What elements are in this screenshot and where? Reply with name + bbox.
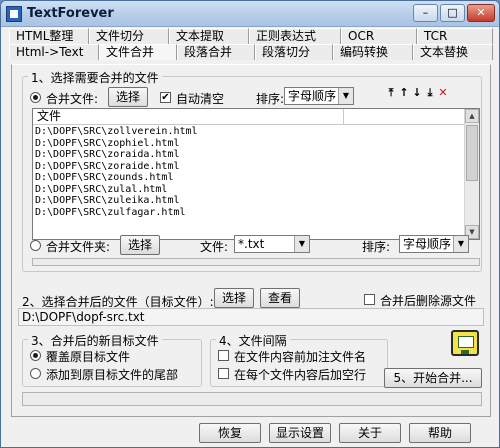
- overwrite-label: 覆盖原目标文件: [46, 350, 131, 364]
- sort-label: 排序:: [256, 92, 285, 106]
- list-item[interactable]: D:\DOPF\SRC\zophiel.html: [33, 138, 465, 150]
- delete-source-checkbox[interactable]: [364, 294, 375, 305]
- view-target-button[interactable]: 查看: [260, 288, 300, 308]
- tab-strip: HTML整理 文件切分 文本提取 正则表达式 OCR TCR Html->Tex…: [9, 28, 493, 64]
- app-window: TextForever – □ ✕ HTML整理 文件切分 文本提取 正则表达式…: [0, 0, 500, 448]
- tab-paragraph-split[interactable]: 段落切分: [255, 44, 333, 60]
- title-bar: TextForever – □ ✕: [1, 1, 499, 27]
- list-item[interactable]: D:\DOPF\SRC\zoraida.html: [33, 149, 465, 161]
- tab-paragraph-merge[interactable]: 段落合并: [177, 44, 255, 60]
- start-merge-button[interactable]: 5、开始合并...: [384, 368, 482, 388]
- file-list-header: 文件: [33, 109, 465, 125]
- delete-source-label: 合并后删除源文件: [380, 294, 477, 308]
- tab-file-split[interactable]: 文件切分: [89, 28, 169, 44]
- file-filter-select[interactable]: *.txt ▼: [234, 235, 310, 253]
- folder-progress-field: [32, 258, 480, 266]
- monitor-stand: [461, 350, 469, 354]
- app-logo-icon: [6, 6, 22, 22]
- minimize-button[interactable]: –: [413, 4, 438, 22]
- file-merge-panel: 1、选择需要合并的文件 合并文件: 选择 ✔ 自动清空 排序: 字母顺序 ▼ ⤒…: [11, 64, 491, 417]
- scroll-up-icon[interactable]: ▲: [465, 109, 479, 123]
- list-item[interactable]: D:\DOPF\SRC\zoraide.html: [33, 161, 465, 173]
- close-window-button[interactable]: ✕: [467, 4, 495, 22]
- sort-select-value: 字母顺序: [288, 89, 337, 103]
- select-files-button[interactable]: 选择: [108, 87, 148, 107]
- overwrite-radio[interactable]: [30, 350, 41, 361]
- list-item[interactable]: D:\DOPF\SRC\zulfagar.html: [33, 207, 465, 219]
- list-item[interactable]: D:\DOPF\SRC\zulal.html: [33, 184, 465, 196]
- append-label: 添加到原目标文件的尾部: [46, 368, 179, 382]
- file-list-scrollbar[interactable]: ▲ ▼: [464, 109, 479, 239]
- add-blank-line-label: 在每个文件内容后加空行: [234, 368, 367, 382]
- help-monitor-icon[interactable]: [451, 330, 479, 356]
- merge-files-label: 合并文件:: [46, 92, 99, 106]
- folder-sort-label: 排序:: [362, 240, 391, 254]
- move-bottom-icon[interactable]: ⤓: [424, 87, 436, 99]
- list-item[interactable]: D:\DOPF\SRC\zounds.html: [33, 172, 465, 184]
- move-down-icon[interactable]: ↓: [411, 87, 423, 99]
- show-settings-button[interactable]: 显示设置: [269, 423, 331, 443]
- move-top-icon[interactable]: ⤒: [385, 87, 397, 99]
- scroll-thumb[interactable]: [466, 125, 478, 181]
- folder-sort-value: 字母顺序: [403, 237, 452, 251]
- target-file-path[interactable]: D:\DOPF\dopf-src.txt: [18, 308, 484, 326]
- add-filename-label: 在文件内容前加注文件名: [234, 350, 367, 364]
- merge-folder-radio[interactable]: [30, 240, 41, 251]
- select-target-button[interactable]: 选择: [214, 288, 254, 308]
- tab-ocr[interactable]: OCR: [341, 28, 417, 44]
- add-blank-line-checkbox[interactable]: [218, 368, 229, 379]
- move-up-icon[interactable]: ↑: [398, 87, 410, 99]
- maximize-button[interactable]: □: [440, 4, 465, 22]
- select-folder-button[interactable]: 选择: [120, 235, 160, 255]
- section1-title: 1、选择需要合并的文件: [28, 69, 162, 86]
- file-list[interactable]: 文件 D:\DOPF\SRC\zollverein.html D:\DOPF\S…: [32, 108, 480, 240]
- auto-clear-label: 自动清空: [176, 92, 225, 106]
- add-filename-checkbox[interactable]: [218, 350, 229, 361]
- help-button[interactable]: 帮助: [409, 423, 471, 443]
- merge-progress-field: [22, 392, 482, 406]
- file-filter-label: 文件:: [200, 240, 229, 254]
- restore-button[interactable]: 恢复: [199, 423, 261, 443]
- auto-clear-checkbox[interactable]: ✔: [160, 92, 171, 103]
- chevron-down-icon: ▼: [338, 88, 353, 104]
- file-filter-value: *.txt: [238, 237, 265, 251]
- merge-files-radio[interactable]: [30, 92, 41, 103]
- chevron-down-icon: ▼: [294, 236, 309, 252]
- folder-sort-select[interactable]: 字母顺序 ▼: [399, 235, 469, 253]
- section3-title: 3、合并后的新目标文件: [28, 332, 162, 349]
- append-radio[interactable]: [30, 368, 41, 379]
- about-button[interactable]: 关于: [339, 423, 401, 443]
- chevron-down-icon: ▼: [453, 236, 468, 252]
- file-column-header[interactable]: 文件: [33, 109, 61, 125]
- tab-file-merge[interactable]: 文件合并: [99, 44, 177, 60]
- tab-text-replace[interactable]: 文本替换: [413, 44, 493, 60]
- section4-title: 4、文件间隔: [216, 332, 290, 349]
- file-list-rows: D:\DOPF\SRC\zollverein.html D:\DOPF\SRC\…: [33, 126, 465, 218]
- merge-folder-label: 合并文件夹:: [46, 240, 111, 254]
- tab-tcr[interactable]: TCR: [417, 28, 493, 44]
- column-divider: [343, 109, 344, 125]
- list-item[interactable]: D:\DOPF\SRC\zollverein.html: [33, 126, 465, 138]
- window-title: TextForever: [27, 6, 114, 21]
- delete-icon[interactable]: ✕: [437, 87, 449, 99]
- tab-html-to-text[interactable]: Html->Text: [9, 44, 99, 60]
- list-item[interactable]: D:\DOPF\SRC\zuleika.html: [33, 195, 465, 207]
- tab-regex[interactable]: 正则表达式: [249, 28, 341, 44]
- tab-text-extract[interactable]: 文本提取: [169, 28, 249, 44]
- sort-select[interactable]: 字母顺序 ▼: [284, 87, 354, 105]
- tab-html-tidy[interactable]: HTML整理: [9, 28, 89, 44]
- tab-encoding-convert[interactable]: 编码转换: [333, 44, 413, 60]
